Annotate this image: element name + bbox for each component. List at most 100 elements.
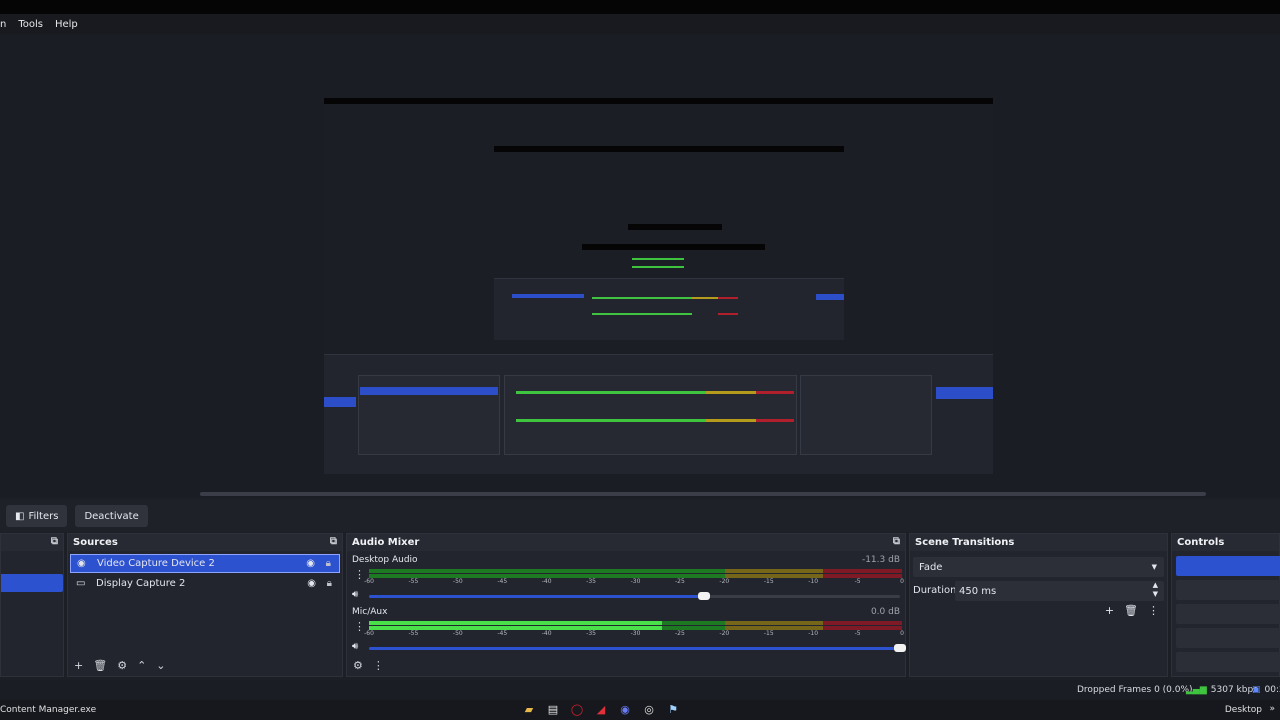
more-icon[interactable]: ⋮ xyxy=(1148,604,1159,617)
more-icon[interactable]: ⋮ xyxy=(373,659,384,672)
preview-area xyxy=(0,34,1280,490)
meter-tick-label: -20 xyxy=(719,630,730,637)
mixer-title-text: Audio Mixer xyxy=(352,537,420,548)
chevron-up-icon[interactable]: ⌃ xyxy=(137,659,146,672)
meter-tick-label: -5 xyxy=(854,630,861,637)
app-icon[interactable]: ◢ xyxy=(594,703,608,717)
preview-scrollbar[interactable] xyxy=(0,490,1280,498)
filters-label: Filters xyxy=(28,510,59,522)
nested-dock-2 xyxy=(494,278,844,340)
mixer-channel-mic-aux: Mic/Aux 0.0 dB ⋮ -60 -55 -50 -45 -40 -35 -30 -2… xyxy=(347,607,906,659)
add-icon[interactable]: + xyxy=(74,659,83,672)
menu-item-truncated[interactable]: n xyxy=(0,19,12,30)
volume-knob[interactable] xyxy=(894,644,906,652)
meter-tick-label: -45 xyxy=(497,578,508,585)
speaker-icon[interactable]: 🔊︎ xyxy=(352,641,358,652)
meter-tick-label: -40 xyxy=(541,578,552,585)
meter-tick-label: -15 xyxy=(763,578,774,585)
nested-controls-highlight-2 xyxy=(816,294,844,300)
opera-icon[interactable]: ◯ xyxy=(570,703,584,717)
chevron-right-icon[interactable]: » xyxy=(1269,704,1275,714)
stream-time: ▣ 00:2 xyxy=(1252,685,1280,695)
undock-icon[interactable]: ⧉ xyxy=(330,536,337,547)
control-button[interactable] xyxy=(1176,580,1280,600)
nested-meter-green-4 xyxy=(592,313,692,315)
volume-track[interactable] xyxy=(369,592,900,600)
chevron-down-icon[interactable]: ⌄ xyxy=(156,659,165,672)
deactivate-button[interactable]: Deactivate xyxy=(75,505,148,527)
transition-actions: + 🗑︎ ⋮ xyxy=(1105,604,1159,617)
controls-title-text: Controls xyxy=(1177,537,1225,548)
mixer-channel-desktop-audio: Desktop Audio -11.3 dB ⋮ -60 -55 -50 -45 -40… xyxy=(347,555,905,607)
eye-icon[interactable]: ◉ xyxy=(307,578,316,589)
lock-icon[interactable]: 🔒︎ xyxy=(327,578,332,589)
meter-tick-label: -15 xyxy=(763,630,774,637)
menu-item-tools[interactable]: Tools xyxy=(12,19,49,30)
meter-tick-label: -35 xyxy=(586,630,596,637)
nested-meter-yellow-3 xyxy=(692,297,718,299)
obs-icon[interactable]: ◎ xyxy=(642,703,656,717)
taskbar-icons: ▰ ▤ ◯ ◢ ◉ ◎ ⚑ xyxy=(522,703,680,717)
nested-meter-green-3 xyxy=(592,297,692,299)
channel-meter xyxy=(369,621,902,625)
sources-dock: Sources ⧉ ◉ Video Capture Device 2 ◉ 🔒︎ … xyxy=(67,533,343,677)
meter-tick-label: -45 xyxy=(497,630,508,637)
meter-tick-label: -30 xyxy=(630,578,641,585)
nested-meter-red-4 xyxy=(718,313,738,315)
trash-icon[interactable]: 🗑︎ xyxy=(1124,604,1138,617)
audio-mixer-dock-title: Audio Mixer ⧉ xyxy=(347,534,905,551)
transitions-title-text: Scene Transitions xyxy=(915,537,1015,548)
meter-tick-label: -20 xyxy=(719,578,730,585)
duration-input[interactable]: 450 ms ▲ ▼ xyxy=(955,581,1164,601)
source-item-video-capture[interactable]: ◉ Video Capture Device 2 ◉ 🔒︎ xyxy=(70,554,340,573)
eye-icon[interactable]: ◉ xyxy=(306,558,315,569)
discord-icon[interactable]: ◉ xyxy=(618,703,632,717)
preview-canvas[interactable] xyxy=(324,98,993,474)
gear-icon[interactable]: ⚙ xyxy=(117,659,127,672)
control-button-active[interactable] xyxy=(1176,556,1280,576)
taskbar-desktop[interactable]: Desktop xyxy=(1225,705,1262,715)
meter-tick-label: -30 xyxy=(630,630,641,637)
transitions-dock-title: Scene Transitions xyxy=(910,534,1167,551)
volume-fill xyxy=(369,647,900,650)
menu-item-help[interactable]: Help xyxy=(49,19,84,30)
camera-icon: ◉ xyxy=(77,558,86,569)
spin-arrows-icon[interactable]: ▲ ▼ xyxy=(1153,581,1158,599)
stream-icon: ▣ xyxy=(1252,685,1261,695)
menu-bar: n Tools Help xyxy=(0,14,1280,34)
scene-item-selected[interactable] xyxy=(1,574,63,592)
channel-db: -11.3 dB xyxy=(861,555,900,565)
control-button[interactable] xyxy=(1176,652,1280,672)
lock-icon[interactable]: 🔒︎ xyxy=(326,558,331,569)
volume-knob[interactable] xyxy=(697,592,710,600)
steam-icon[interactable]: ⚑ xyxy=(666,703,680,717)
volume-slider[interactable]: 🔊︎ xyxy=(352,589,900,601)
transition-select[interactable]: Fade ▼ xyxy=(913,557,1164,577)
scenes-dock: ⧉ xyxy=(0,533,64,677)
nested-source-highlight-2 xyxy=(512,294,584,298)
undock-icon[interactable]: ⧉ xyxy=(893,536,900,547)
volume-track[interactable] xyxy=(369,644,906,652)
meter-red-zone xyxy=(823,621,902,625)
scrollbar-thumb[interactable] xyxy=(200,492,1206,496)
meter-yellow-zone xyxy=(725,621,823,625)
window-icon[interactable]: ▤ xyxy=(546,703,560,717)
undock-icon[interactable]: ⧉ xyxy=(51,536,58,547)
stream-time-text: 00:2 xyxy=(1264,685,1280,695)
source-item-display-capture[interactable]: ▭ Display Capture 2 ◉ 🔒︎ xyxy=(70,574,340,593)
add-icon[interactable]: + xyxy=(1105,604,1114,617)
control-button[interactable] xyxy=(1176,628,1280,648)
meter-tick-label: -40 xyxy=(541,630,552,637)
meter-tick-label: -55 xyxy=(408,578,419,585)
control-button[interactable] xyxy=(1176,604,1280,624)
advanced-audio-icon[interactable]: ⚙ xyxy=(353,659,363,672)
speaker-icon[interactable]: 🔊︎ xyxy=(352,589,358,600)
folder-icon[interactable]: ▰ xyxy=(522,703,536,717)
filters-button[interactable]: ◧ Filters xyxy=(6,505,68,527)
nested-meter-green-5 xyxy=(632,258,684,260)
meter-tick-label: -25 xyxy=(675,578,685,585)
trash-icon[interactable]: 🗑︎ xyxy=(93,659,107,672)
status-bar: Dropped Frames 0 (0.0%) ▂▄▆ 5307 kbps ▣ … xyxy=(0,680,1280,700)
nested-mixer-panel xyxy=(504,375,797,455)
volume-slider[interactable]: 🔊︎ xyxy=(352,641,906,653)
